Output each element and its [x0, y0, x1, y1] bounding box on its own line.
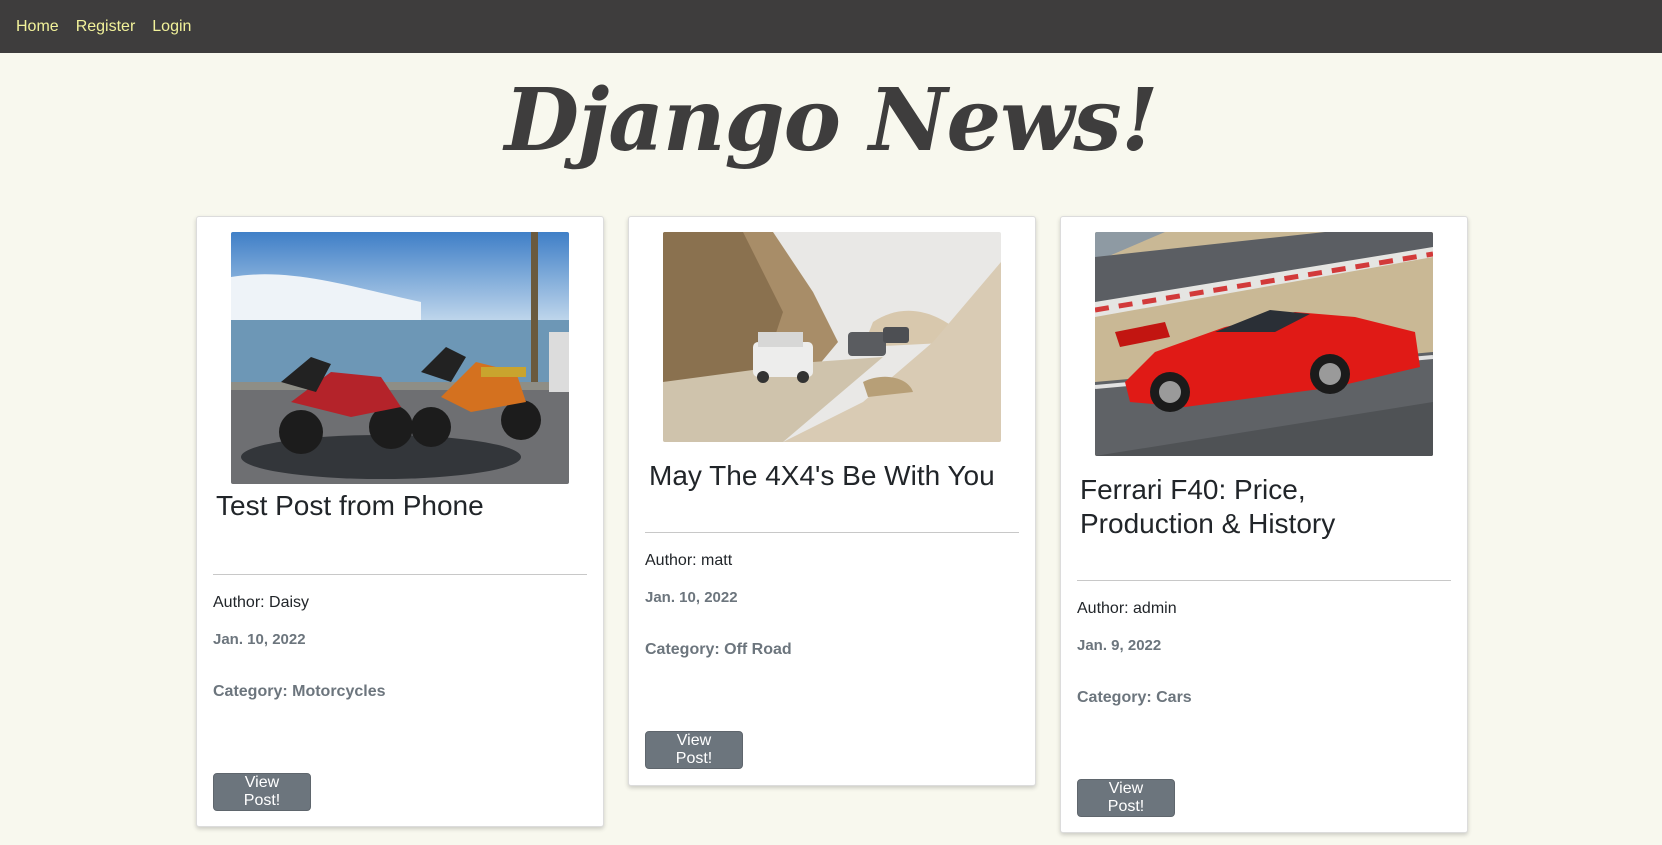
- post-author: Author: matt: [645, 552, 733, 569]
- view-post-button[interactable]: View Post!: [213, 773, 311, 811]
- divider: [1077, 580, 1451, 581]
- post-title[interactable]: May The 4X4's Be With You: [649, 459, 1019, 493]
- nav-register-link[interactable]: Register: [76, 18, 136, 35]
- post-image[interactable]: [231, 232, 569, 484]
- nav-login-link[interactable]: Login: [152, 18, 191, 35]
- post-author: Author: admin: [1077, 600, 1177, 617]
- divider: [213, 574, 587, 575]
- divider: [645, 532, 1019, 533]
- post-category: Category: Off Road: [645, 641, 792, 658]
- view-post-button[interactable]: View Post!: [645, 731, 743, 769]
- view-post-button[interactable]: View Post!: [1077, 779, 1175, 817]
- post-image[interactable]: [663, 232, 1001, 442]
- post-card: Test Post from Phone Author: Daisy Jan. …: [196, 216, 604, 827]
- site-title: Django News!: [504, 70, 1159, 171]
- post-card: Ferrari F40: Price, Production & History…: [1060, 216, 1468, 833]
- post-category: Category: Cars: [1077, 689, 1192, 706]
- post-title[interactable]: Ferrari F40: Price, Production & History: [1080, 473, 1440, 541]
- post-date: Jan. 10, 2022: [645, 589, 738, 606]
- post-date: Jan. 10, 2022: [213, 631, 306, 648]
- post-category: Category: Motorcycles: [213, 683, 386, 700]
- post-date: Jan. 9, 2022: [1077, 637, 1162, 654]
- post-author: Author: Daisy: [213, 594, 310, 611]
- post-title[interactable]: Test Post from Phone: [216, 489, 586, 523]
- navbar: Home Register Login: [0, 0, 1662, 53]
- post-image[interactable]: [1095, 232, 1433, 456]
- nav-home-link[interactable]: Home: [16, 18, 59, 35]
- post-card: May The 4X4's Be With You Author: matt J…: [628, 216, 1036, 786]
